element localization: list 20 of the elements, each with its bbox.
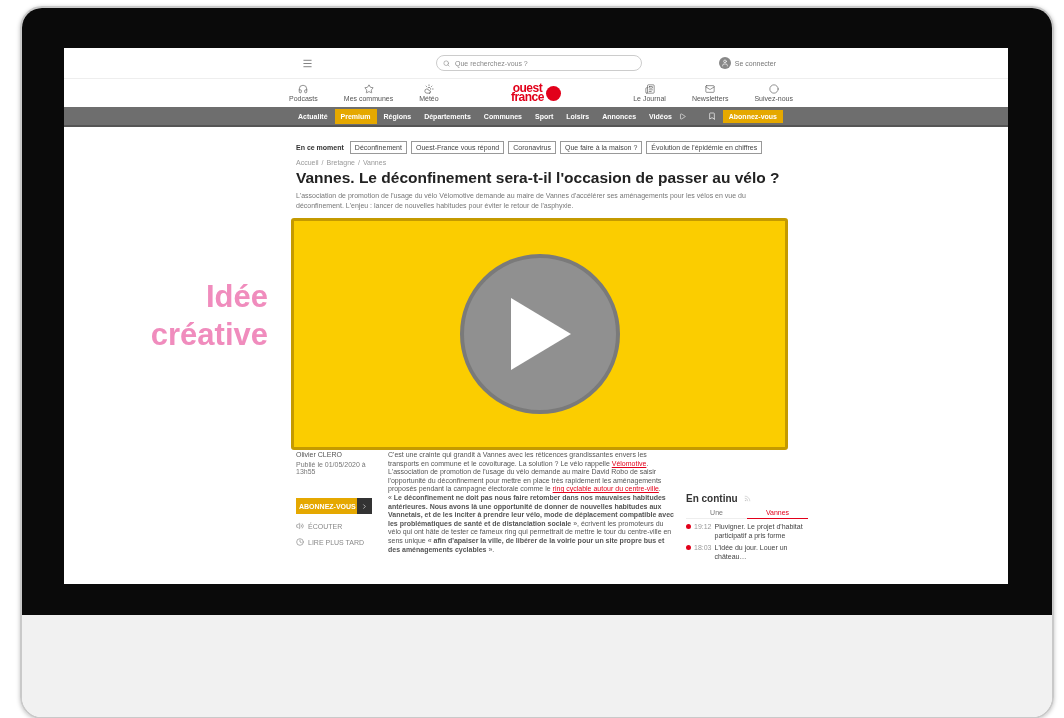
bookmark-icon[interactable] [707, 112, 716, 120]
clock-icon [296, 538, 304, 546]
cloud-sun-icon [423, 84, 434, 94]
play-icon [678, 112, 686, 120]
avatar-icon [718, 57, 731, 69]
newspaper-icon [644, 84, 655, 94]
speaker-icon [296, 522, 304, 530]
circle-icon [768, 84, 779, 94]
headphones-icon [298, 84, 309, 94]
search-icon [443, 59, 450, 67]
site-logo[interactable]: ouest france [510, 84, 561, 102]
mail-icon [705, 84, 716, 94]
star-icon [363, 84, 374, 94]
chevron-icon [361, 502, 368, 510]
article-title: Vannes. Le déconfinement sera-t-il l'occasion de passer au vélo ? [296, 169, 781, 187]
bullet-icon [686, 524, 691, 529]
caption-text: Idée créative [149, 278, 268, 354]
bullet-icon [686, 545, 691, 550]
live-title: En continu [686, 493, 738, 504]
menu-icon[interactable] [302, 57, 313, 69]
